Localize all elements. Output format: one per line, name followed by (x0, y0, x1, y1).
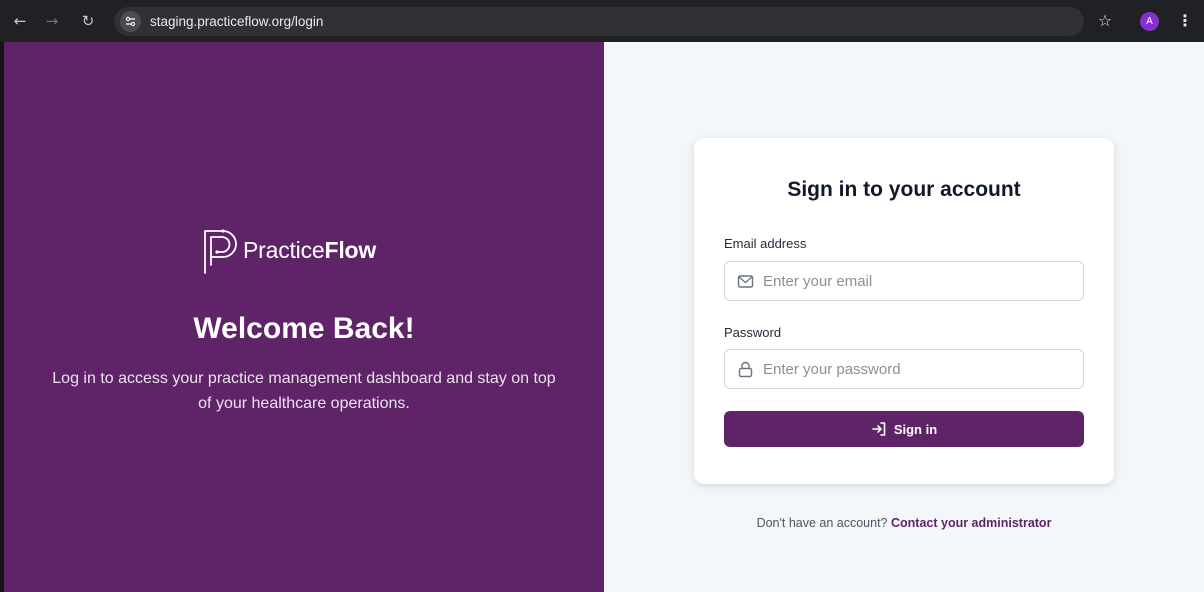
contact-admin-link[interactable]: Contact your administrator (891, 516, 1051, 530)
sign-in-label: Sign in (893, 421, 938, 437)
browser-toolbar: ← → ↻ staging.practiceflow.org/login ☆ A… (0, 0, 1204, 42)
email-field[interactable] (724, 261, 1084, 301)
site-info-icon[interactable] (120, 11, 141, 32)
forward-arrow-icon[interactable]: → (42, 11, 62, 31)
brand-name-bold: Flow (324, 237, 377, 263)
account-prompt: Don't have an account? (756, 516, 888, 530)
login-panel: Sign in to your account Email address Pa… (604, 42, 1204, 592)
brand-name: PracticeFlow (243, 237, 376, 264)
brand-lockup: PracticeFlow (197, 225, 417, 275)
email-label: Email address (724, 236, 807, 251)
sign-in-button[interactable]: Sign in (724, 411, 1084, 447)
lock-icon (738, 361, 753, 378)
password-field[interactable] (724, 349, 1084, 389)
sign-in-icon (872, 422, 886, 436)
url-text[interactable]: staging.practiceflow.org/login (150, 14, 323, 29)
address-bar[interactable]: staging.practiceflow.org/login (114, 7, 1084, 36)
reload-icon[interactable]: ↻ (78, 11, 98, 31)
welcome-heading: Welcome Back! (193, 312, 415, 345)
login-card: Sign in to your account Email address Pa… (694, 138, 1114, 484)
email-input[interactable] (763, 262, 1073, 300)
brand-name-light: Practice (243, 237, 325, 263)
kebab-menu-icon[interactable]: ⋮ (1174, 10, 1196, 32)
login-title: Sign in to your account (787, 178, 1021, 201)
back-arrow-icon[interactable]: ← (10, 11, 30, 31)
welcome-panel: PracticeFlow Welcome Back! Log in to acc… (4, 42, 604, 592)
practiceflow-logo-icon (204, 229, 237, 274)
password-label: Password (724, 325, 782, 340)
password-input[interactable] (763, 350, 1073, 388)
welcome-subtitle: Log in to access your practice managemen… (52, 370, 556, 412)
profile-avatar[interactable]: A (1140, 12, 1159, 31)
account-help: Don't have an account? Contact your admi… (604, 516, 1204, 530)
mail-icon (737, 275, 754, 288)
bookmark-star-icon[interactable]: ☆ (1094, 10, 1116, 32)
